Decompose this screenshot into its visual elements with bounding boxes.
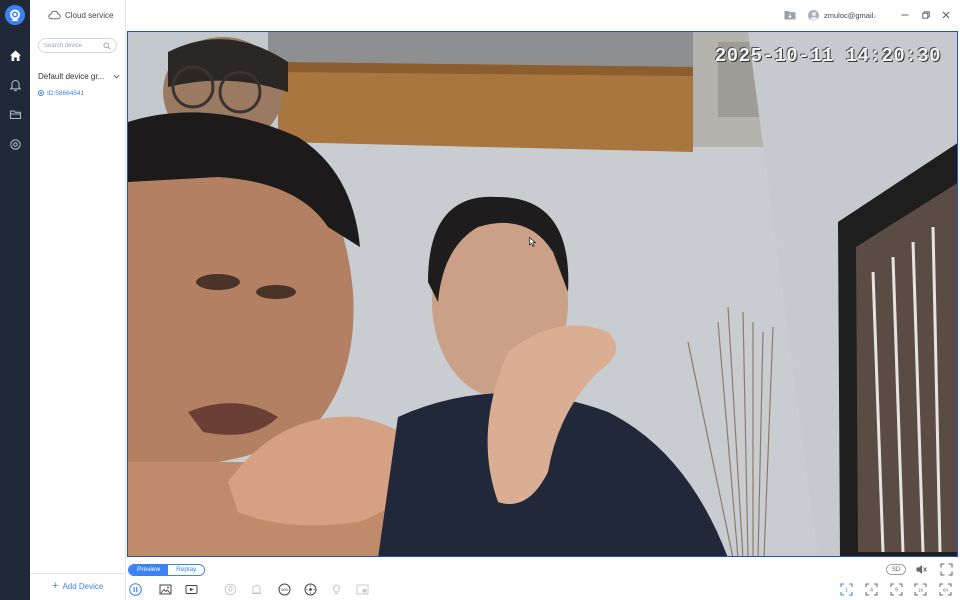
four-split-icon: 4 [865, 583, 877, 595]
alarm-button[interactable] [248, 581, 264, 597]
view-mode-tabs: Preview Replay [128, 564, 206, 576]
talk-button[interactable] [222, 581, 238, 597]
360-view-icon: 360 [278, 583, 290, 595]
split-4-label: 4 [870, 587, 873, 593]
split-64-label: 64 [942, 587, 948, 592]
nine-split-icon: 9 [890, 583, 902, 595]
light-button[interactable] [328, 581, 344, 597]
camera-status-icon [38, 90, 44, 96]
ptz-icon [304, 583, 316, 595]
picture-in-picture-icon [356, 584, 368, 594]
device-id-label: ID:58664541 [47, 89, 85, 97]
app-logo-icon [5, 5, 25, 25]
close-button[interactable] [940, 9, 952, 21]
search-icon[interactable] [103, 42, 111, 50]
picture-in-picture-button[interactable] [354, 581, 370, 597]
chevron-down-icon [113, 74, 120, 78]
fullscreen-button[interactable] [938, 561, 954, 577]
app-window: Cloud service Default device gr... ID:58… [0, 0, 960, 600]
restore-icon [922, 11, 930, 19]
live-video-view[interactable]: 2025-10-11 14:20:30 [127, 31, 958, 557]
sidebar-divider [30, 573, 125, 574]
bell-icon[interactable] [0, 72, 30, 98]
pause-button[interactable] [127, 581, 143, 597]
ptz-button[interactable] [302, 581, 318, 597]
sixty-four-split-button[interactable]: 64 [937, 581, 953, 597]
close-icon [942, 11, 950, 19]
record-button[interactable] [183, 581, 199, 597]
download-folder-icon[interactable] [784, 10, 796, 20]
light-icon [332, 583, 340, 594]
device-sidebar: Cloud service Default device gr... ID:58… [30, 0, 126, 600]
alarm-icon [251, 584, 261, 594]
device-group-label: Default device gr... [38, 71, 105, 81]
360-label: 360 [281, 587, 288, 592]
cloud-icon [48, 10, 61, 20]
search-input[interactable] [44, 42, 100, 49]
mute-icon [916, 564, 927, 574]
video-timestamp: 2025-10-11 14:20:30 [714, 45, 941, 67]
camera-frame-image [128, 32, 957, 556]
four-split-button[interactable]: 4 [863, 581, 879, 597]
pause-icon [128, 582, 142, 596]
360-view-button[interactable]: 360 [276, 581, 292, 597]
avatar [808, 9, 819, 21]
single-view-button[interactable]: 1 [838, 581, 854, 597]
sixty-four-split-icon: 64 [939, 583, 951, 595]
nav-rail [0, 0, 30, 600]
nine-split-button[interactable]: 9 [888, 581, 904, 597]
search-box [38, 38, 117, 53]
snapshot-icon [159, 584, 171, 594]
plus-icon: + [52, 580, 59, 592]
tab-preview[interactable]: Preview [129, 565, 169, 575]
user-account[interactable]: zmuloc@gmail.c [808, 8, 876, 22]
user-email: zmuloc@gmail.c [824, 10, 876, 20]
minimize-icon [901, 14, 909, 16]
folder-icon[interactable] [0, 101, 30, 127]
device-group-header[interactable]: Default device gr... [38, 70, 120, 82]
sixteen-split-button[interactable]: 16 [912, 581, 928, 597]
mouse-cursor-icon [529, 237, 536, 247]
add-device-label: Add Device [62, 581, 104, 591]
add-device-button[interactable]: + Add Device [52, 580, 103, 592]
minimize-button[interactable] [899, 9, 911, 21]
fullscreen-icon [939, 562, 953, 576]
split-9-label: 9 [895, 587, 898, 593]
split-16-label: 16 [917, 587, 923, 592]
stream-quality-badge[interactable]: SD [886, 564, 906, 575]
cloud-service-label: Cloud service [65, 10, 114, 20]
record-icon [185, 584, 197, 594]
tab-replay[interactable]: Replay [168, 565, 205, 575]
cloud-service-link[interactable]: Cloud service [48, 7, 113, 23]
mute-button[interactable] [913, 561, 929, 577]
single-view-icon: 1 [839, 582, 853, 596]
device-list-item[interactable]: ID:58664541 [38, 88, 84, 98]
title-bar: zmuloc@gmail.c [126, 0, 960, 30]
home-icon[interactable] [0, 42, 30, 68]
settings-icon[interactable] [0, 131, 30, 157]
talk-icon [224, 583, 236, 595]
restore-button[interactable] [920, 9, 932, 21]
split-1-label: 1 [845, 587, 848, 593]
sixteen-split-icon: 16 [914, 583, 926, 595]
snapshot-button[interactable] [157, 581, 173, 597]
